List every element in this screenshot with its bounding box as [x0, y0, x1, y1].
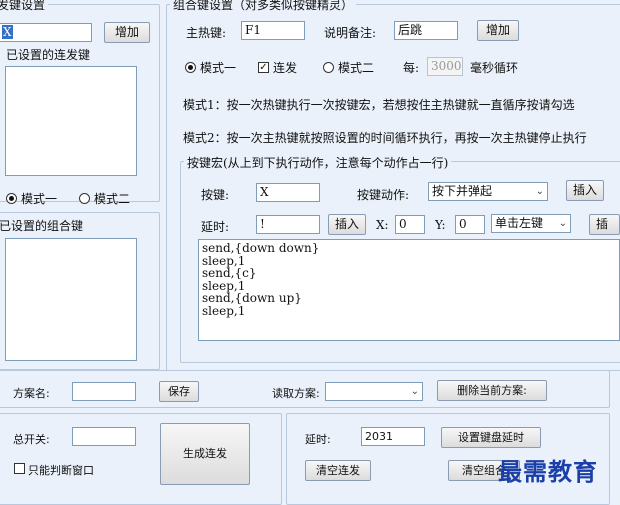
repeat-checkbox[interactable]: ✓ [258, 62, 269, 73]
y-coord-input[interactable]: 0 [455, 215, 485, 234]
combo-mode2-radio[interactable] [323, 62, 334, 73]
combo-keys-list[interactable] [5, 238, 137, 361]
add-combo-button[interactable]: 增加 [477, 20, 519, 41]
bottom-delay-label: 延时: [305, 433, 331, 446]
only-window-checkbox[interactable] [14, 463, 25, 474]
repeat-key-group-title: 连发键设置 [0, 0, 49, 13]
x-coord-input[interactable]: 0 [395, 215, 425, 234]
chevron-down-icon: ⌄ [558, 218, 567, 229]
master-switch-label: 总开关: [13, 433, 50, 446]
load-scheme-label: 读取方案: [272, 387, 320, 400]
key-action-value: 按下并弹起 [432, 184, 493, 198]
macro-script-editor[interactable]: send,{down down} sleep,1 send,{c} sleep,… [198, 239, 620, 341]
combo-mode1-label: 模式一 [200, 61, 237, 75]
insert-click-button[interactable]: 插 [589, 214, 620, 235]
save-scheme-button[interactable]: 保存 [159, 381, 199, 402]
mode1-description: 模式1：按一次热键执行一次按键宏，若想按住主热键就一直循序按请勾选 [183, 98, 575, 112]
combo-keys-group-title: 已设置的组合键 [0, 217, 87, 234]
repeat-checkbox-label: 连发 [273, 61, 298, 75]
bottom-delay-input[interactable]: 2031 [361, 427, 425, 446]
watermark-logo: 最需教育 [498, 457, 598, 486]
left-mode1-radio[interactable] [6, 193, 17, 204]
combo-mode2-label: 模式二 [338, 61, 375, 75]
repeat-key-input[interactable]: X [0, 23, 92, 42]
insert-action-button[interactable]: 插入 [566, 180, 604, 201]
mouse-click-select[interactable]: 单击左键 ⌄ [491, 214, 571, 233]
bottom-delay-value: 2031 [365, 430, 393, 443]
left-mode1-label: 模式一 [21, 192, 58, 206]
insert-delay-button[interactable]: 插入 [328, 214, 366, 235]
hotkey-label: 主热键: [186, 26, 227, 40]
combo-mode1-radio[interactable] [185, 62, 196, 73]
interval-unit-label: 毫秒循环 [470, 61, 519, 75]
only-window-label: 只能判断窗口 [28, 464, 94, 477]
set-key-delay-button[interactable]: 设置键盘延时 [441, 427, 541, 448]
combo-settings-group-title: 组合键设置（对多类似按键精灵） [170, 0, 357, 13]
mode2-description: 模式2：按一次主热键就按照设置的时间循环执行，再按一次主热键停止执行 [183, 131, 587, 145]
delete-scheme-button[interactable]: 删除当前方案: [437, 380, 547, 401]
scheme-name-label: 方案名: [13, 387, 50, 400]
generate-repeat-button[interactable]: 生成连发 [160, 423, 250, 485]
note-input[interactable]: 后跳 [394, 21, 458, 40]
left-mode2-radio[interactable] [79, 193, 90, 204]
load-scheme-select[interactable]: ⌄ [325, 382, 423, 401]
macro-group-title: 按键宏(从上到下执行动作，注意每个动作占一行) [184, 154, 452, 171]
scheme-name-input[interactable] [72, 382, 136, 401]
key-action-select[interactable]: 按下并弹起 ⌄ [428, 182, 548, 201]
interval-input[interactable]: 3000 [427, 57, 463, 76]
macro-delay-input[interactable]: ! [256, 215, 320, 234]
set-repeat-keys-list[interactable] [5, 66, 137, 176]
macro-key-label: 按键: [201, 188, 230, 202]
clear-repeat-button[interactable]: 清空连发 [305, 460, 371, 481]
set-repeat-keys-label: 已设置的连发键 [6, 48, 91, 62]
chevron-down-icon: ⌄ [410, 386, 419, 397]
master-switch-input[interactable] [72, 427, 136, 446]
chevron-down-icon: ⌄ [535, 186, 544, 197]
y-coord-label: Y: [435, 218, 446, 232]
macro-delay-label: 延时: [201, 220, 230, 234]
key-action-label: 按键动作: [357, 188, 410, 202]
x-coord-label: X: [376, 218, 389, 232]
mouse-click-value: 单击左键 [495, 216, 544, 230]
hotkey-input[interactable]: F1 [241, 21, 305, 40]
macro-key-input[interactable]: X [256, 183, 320, 202]
repeat-key-input-value: X [2, 25, 13, 39]
left-mode2-label: 模式二 [94, 192, 131, 206]
add-repeat-key-button[interactable]: 增加 [104, 22, 150, 43]
note-label: 说明备注: [324, 26, 377, 40]
interval-label: 每: [403, 61, 420, 75]
